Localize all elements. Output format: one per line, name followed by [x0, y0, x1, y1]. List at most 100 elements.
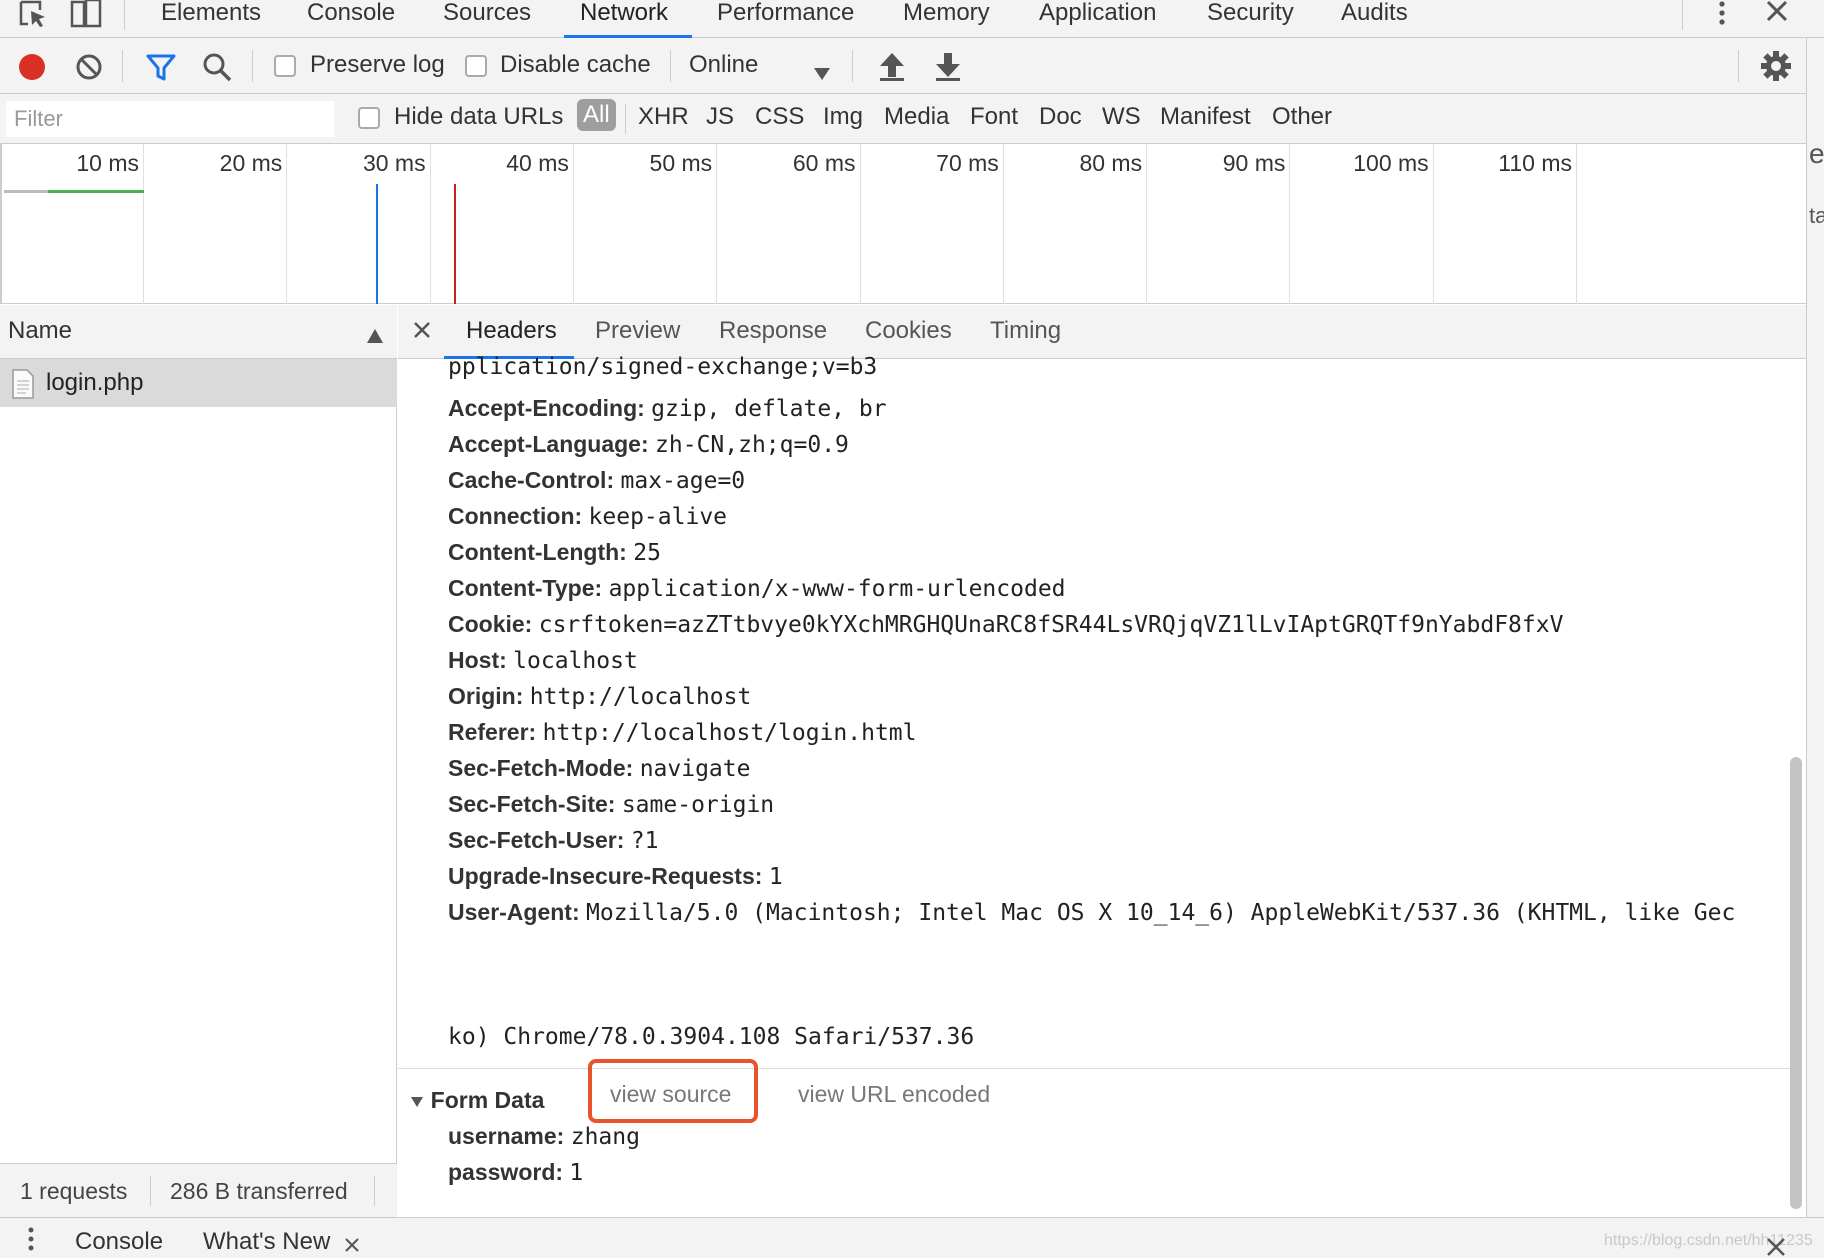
header-key: Accept-Encoding: — [448, 395, 645, 421]
filter-input[interactable] — [6, 101, 334, 137]
tab-sources[interactable]: Sources — [443, 0, 531, 38]
drawer-tab-whats-new[interactable]: What's New — [203, 1228, 330, 1256]
tab-console[interactable]: Console — [307, 0, 395, 38]
request-details-pane: Headers Preview Response Cookies Timing … — [398, 305, 1806, 1217]
filter-type-all[interactable]: All — [577, 99, 616, 131]
filter-type-media[interactable]: Media — [884, 103, 949, 131]
close-tab-icon[interactable] — [344, 1232, 360, 1258]
divider — [670, 50, 671, 82]
grid-tick-line — [1289, 144, 1291, 304]
drawer-tab-bar: Console What's New https://blog.csdn.net… — [0, 1217, 1824, 1258]
tab-performance[interactable]: Performance — [717, 0, 854, 38]
divider — [252, 50, 253, 82]
network-overview[interactable]: 10 ms 20 ms 30 ms 40 ms 50 ms 60 ms 70 ms 80 ms… — [0, 144, 1806, 304]
hide-data-urls-label: Hide data URLs — [394, 103, 564, 130]
preserve-log-label: Preserve log — [310, 51, 445, 78]
status-bar: 1 requests 286 B transferred — [0, 1163, 397, 1217]
header-value: pplication/signed-exchange;v=b3 — [448, 354, 878, 380]
grid-tick-line — [859, 144, 861, 304]
tab-memory[interactable]: Memory — [903, 0, 990, 38]
close-icon[interactable] — [412, 319, 432, 347]
header-key: Cookie: — [448, 611, 533, 637]
header-key: Content-Length: — [448, 539, 627, 565]
tab-audits[interactable]: Audits — [1341, 0, 1408, 38]
filter-type-manifest[interactable]: Manifest — [1160, 103, 1251, 131]
tab-elements[interactable]: Elements — [161, 0, 261, 38]
inspect-element-icon[interactable] — [18, 0, 48, 37]
import-har-icon[interactable] — [878, 51, 906, 88]
right-edge-panel: e ta — [1806, 38, 1824, 1217]
request-name[interactable]: login.php — [46, 369, 143, 397]
tab-response[interactable]: Response — [719, 317, 827, 345]
clear-icon[interactable] — [75, 53, 103, 88]
header-key: Upgrade-Insecure-Requests: — [448, 863, 763, 889]
view-url-encoded-link[interactable]: view URL encoded — [798, 1081, 990, 1108]
filter-type-ws[interactable]: WS — [1102, 103, 1141, 131]
drawer-tab-console[interactable]: Console — [75, 1228, 163, 1256]
search-icon[interactable] — [202, 52, 232, 89]
divider — [124, 0, 125, 30]
triangle-expanded-icon — [411, 1096, 423, 1107]
device-toolbar-icon[interactable] — [70, 0, 102, 37]
tab-network[interactable]: Network — [563, 0, 693, 38]
request-row[interactable]: login.php — [0, 359, 397, 407]
tab-security[interactable]: Security — [1207, 0, 1294, 38]
filter-type-font[interactable]: Font — [970, 103, 1018, 131]
throttling-select[interactable]: Online — [689, 51, 758, 79]
drawer-menu-icon[interactable] — [26, 1226, 36, 1258]
divider — [1738, 50, 1739, 82]
name-column-header[interactable]: Name — [0, 305, 397, 359]
tab-application[interactable]: Application — [1039, 0, 1156, 38]
form-data-section-header[interactable]: Form Data — [410, 1087, 544, 1115]
close-devtools-icon[interactable] — [1764, 0, 1790, 33]
gear-icon[interactable] — [1760, 50, 1792, 89]
header-key: Accept-Language: — [448, 431, 649, 457]
chevron-down-icon[interactable] — [813, 60, 831, 88]
filter-type-css[interactable]: CSS — [755, 103, 804, 131]
tab-preview[interactable]: Preview — [595, 317, 680, 345]
header-row: Host: localhost — [448, 647, 638, 674]
dom-content-loaded-marker — [376, 184, 378, 304]
tab-headers[interactable]: Headers — [466, 317, 557, 345]
header-row: Sec-Fetch-Site: same-origin — [448, 791, 774, 818]
clipped-glyph: e — [1809, 138, 1824, 169]
header-value: ko) Chrome/78.0.3904.108 Safari/537.36 — [448, 1024, 975, 1050]
more-options-icon[interactable] — [1712, 0, 1732, 37]
form-field-key: username: — [448, 1123, 565, 1149]
divider — [150, 1176, 151, 1206]
request-bar-waiting — [4, 190, 48, 193]
close-drawer-icon[interactable] — [1766, 1236, 1786, 1258]
grid-tick-line — [716, 144, 718, 304]
requests-pane: Name login.php 1 requests 286 B transfer… — [0, 305, 397, 1217]
request-bar-download — [48, 190, 144, 193]
tab-timing[interactable]: Timing — [990, 317, 1061, 345]
view-source-link[interactable]: view source — [610, 1081, 731, 1108]
hide-data-urls-checkbox[interactable] — [358, 107, 380, 129]
filter-type-other[interactable]: Other — [1272, 103, 1332, 131]
header-value: zh-CN,zh;q=0.9 — [655, 432, 849, 458]
filter-icon[interactable] — [146, 54, 176, 89]
header-row: Sec-Fetch-Mode: navigate — [448, 755, 750, 782]
grid-tick-line — [429, 144, 431, 304]
header-key: Connection: — [448, 503, 583, 529]
tick-label: 40 ms — [506, 150, 569, 176]
header-key: Referer: — [448, 719, 537, 745]
export-har-icon[interactable] — [934, 51, 962, 88]
grid-tick-line — [143, 144, 144, 304]
sort-ascending-icon[interactable] — [366, 323, 384, 351]
preserve-log-checkbox[interactable] — [274, 55, 296, 77]
form-field-value: 1 — [569, 1160, 584, 1186]
divider — [1682, 0, 1683, 30]
scrollbar-thumb[interactable] — [1790, 757, 1802, 1209]
header-value: same-origin — [621, 792, 775, 818]
tab-cookies[interactable]: Cookies — [865, 317, 952, 345]
filter-type-js[interactable]: JS — [706, 103, 734, 131]
disable-cache-checkbox[interactable] — [465, 55, 487, 77]
record-button[interactable] — [18, 53, 46, 88]
filter-type-img[interactable]: Img — [823, 103, 863, 131]
filter-type-doc[interactable]: Doc — [1039, 103, 1082, 131]
network-toolbar: Preserve log Disable cache Online — [0, 38, 1824, 94]
tick-label: 80 ms — [1079, 150, 1143, 176]
filter-type-xhr[interactable]: XHR — [638, 103, 689, 131]
filter-bar: Hide data URLs All XHR JS CSS Img Media … — [0, 94, 1824, 144]
